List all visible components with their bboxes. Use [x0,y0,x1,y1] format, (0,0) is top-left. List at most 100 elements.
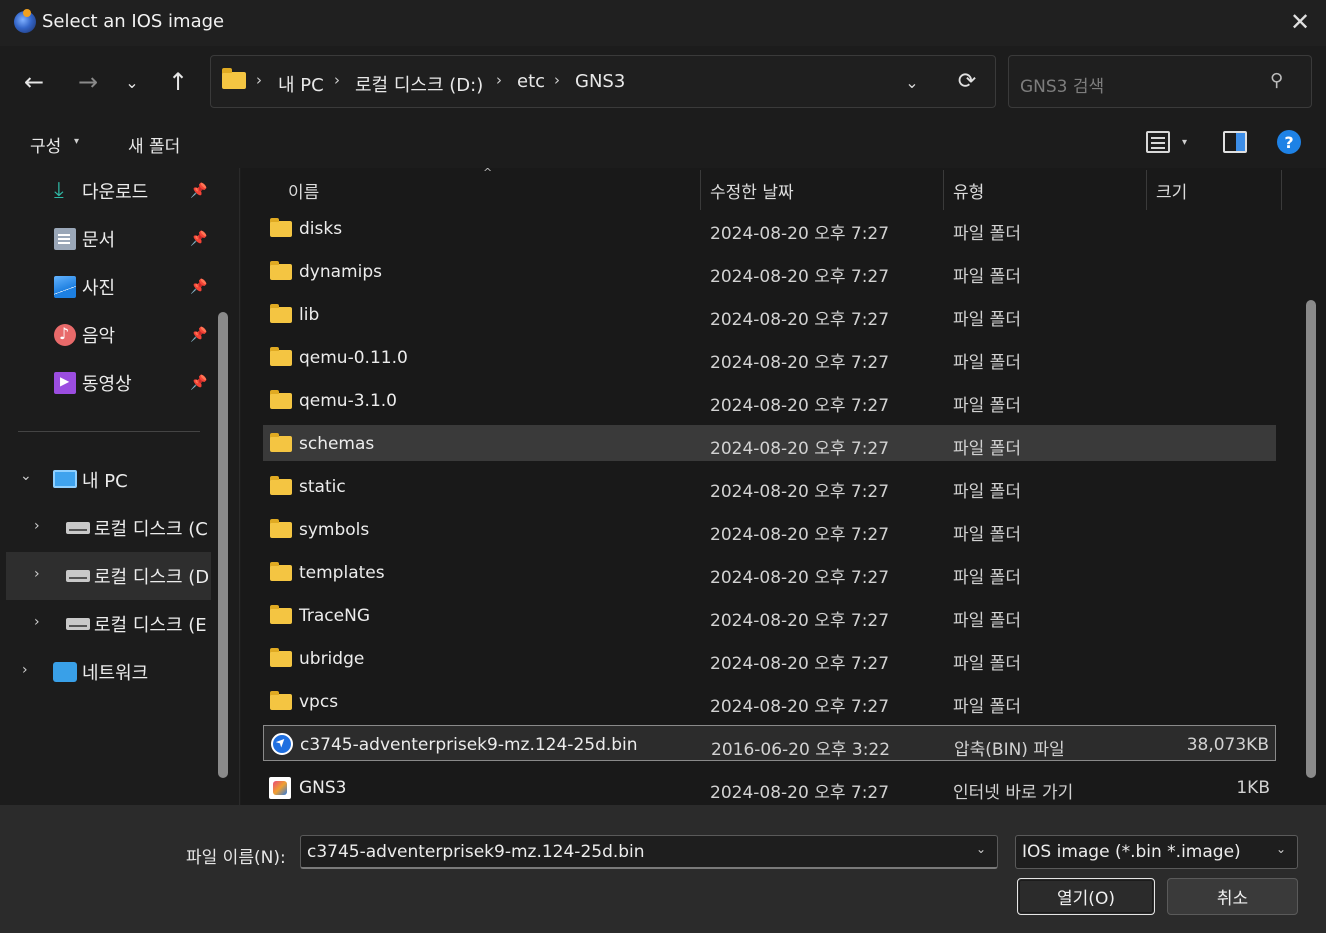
file-row[interactable]: dynamips 2024-08-20 오후 7:27 파일 폴더 [263,255,1276,291]
file-row[interactable]: vpcs 2024-08-20 오후 7:27 파일 폴더 [263,685,1276,721]
file-date: 2024-08-20 오후 7:27 [710,267,890,287]
search-placeholder: GNS3 검색 [1020,77,1105,97]
sidebar-item-drive-c[interactable]: › 로컬 디스크 (C [14,506,210,550]
chevron-right-icon[interactable]: › [256,71,262,89]
column-header-type[interactable]: 유형 [953,178,984,203]
pin-icon[interactable]: 📌 [190,183,207,199]
breadcrumb-drive-d[interactable]: 로컬 디스크 (D:) [355,71,483,97]
file-type: 파일 폴더 [953,697,1021,717]
pin-icon[interactable]: 📌 [190,327,207,343]
sidebar-item-documents[interactable]: 문서 📌 [52,217,212,261]
breadcrumb-this-pc[interactable]: 내 PC [278,71,324,97]
preview-pane-icon[interactable] [1223,131,1247,153]
column-divider[interactable] [943,170,944,210]
column-divider[interactable] [1281,170,1282,210]
pin-icon[interactable]: 📌 [190,231,207,247]
up-button[interactable]: ↑ [160,64,196,100]
folder-icon [222,68,246,89]
computer-icon [53,470,77,488]
chevron-right-icon[interactable]: › [334,71,340,89]
sidebar-item-network[interactable]: › 네트워크 [14,650,210,694]
chevron-down-icon[interactable]: ⌄ [1276,842,1286,856]
file-type: 파일 폴더 [953,396,1021,416]
sidebar-item-downloads[interactable]: ⤓ 다운로드 📌 [52,169,212,213]
sidebar-item-music[interactable]: 음악 📌 [52,313,212,357]
window-title: Select an IOS image [42,11,225,32]
sidebar-item-label: 다운로드 [82,182,149,203]
filetype-select[interactable]: IOS image (*.bin *.image) [1015,835,1298,869]
file-list-scrollbar[interactable] [1306,300,1316,778]
file-size: 1KB [1236,778,1270,798]
breadcrumb-gns3[interactable]: GNS3 [575,71,625,92]
bin-file-icon [271,733,293,755]
file-row[interactable]: qemu-3.1.0 2024-08-20 오후 7:27 파일 폴더 [263,384,1276,420]
file-date: 2024-08-20 오후 7:27 [710,611,890,631]
chevron-down-icon[interactable]: ▾ [1182,137,1187,148]
forward-button[interactable]: → [70,64,106,100]
help-icon[interactable]: ? [1277,130,1301,154]
internet-shortcut-icon [269,777,291,799]
chevron-right-icon[interactable]: › [34,614,40,630]
chevron-right-icon[interactable]: › [22,662,28,678]
back-button[interactable]: ← [16,64,52,100]
open-button[interactable]: 열기(O) [1017,878,1155,915]
column-header-name[interactable]: 이름 [288,178,319,203]
file-row[interactable]: static 2024-08-20 오후 7:27 파일 폴더 [263,470,1276,506]
file-type: 파일 폴더 [953,525,1021,545]
file-row[interactable]: GNS3 2024-08-20 오후 7:27 인터넷 바로 가기 1KB [263,771,1276,807]
chevron-down-icon[interactable]: ▾ [74,136,79,147]
file-row[interactable]: TraceNG 2024-08-20 오후 7:27 파일 폴더 [263,599,1276,635]
file-row[interactable]: templates 2024-08-20 오후 7:27 파일 폴더 [263,556,1276,592]
chevron-right-icon[interactable]: › [496,71,502,89]
pin-icon[interactable]: 📌 [190,279,207,295]
column-header-modified[interactable]: 수정한 날짜 [710,178,794,203]
cancel-button[interactable]: 취소 [1167,878,1298,915]
organize-button[interactable]: 구성 [30,132,61,157]
search-icon[interactable]: ⚲ [1270,70,1283,91]
file-row[interactable]: lib 2024-08-20 오후 7:27 파일 폴더 [263,298,1276,334]
file-row-selected[interactable]: c3745-adventerprisek9-mz.124-25d.bin 2016… [263,725,1276,761]
folder-icon [270,691,292,710]
document-icon [54,228,76,250]
sidebar-scrollbar[interactable] [218,312,228,778]
file-name: qemu-0.11.0 [299,348,408,368]
file-type: 파일 폴더 [953,353,1021,373]
sidebar-item-videos[interactable]: 동영상 📌 [52,361,212,405]
new-folder-button[interactable]: 새 폴더 [128,132,180,157]
column-divider[interactable] [1146,170,1147,210]
column-header-size[interactable]: 크기 [1156,178,1187,203]
close-button[interactable]: ✕ [1280,4,1320,40]
view-details-icon[interactable] [1146,131,1170,153]
file-row[interactable]: disks 2024-08-20 오후 7:27 파일 폴더 [263,212,1276,248]
recent-locations-button[interactable]: ⌄ [114,64,150,100]
folder-icon [270,261,292,280]
file-size: 38,073KB [1186,735,1269,755]
file-date: 2024-08-20 오후 7:27 [710,783,890,803]
refresh-button[interactable]: ⟳ [952,66,982,96]
file-type: 파일 폴더 [953,568,1021,588]
address-dropdown-icon[interactable]: ⌄ [898,68,926,96]
file-row-hovered[interactable]: schemas 2024-08-20 오후 7:27 파일 폴더 [263,425,1276,461]
file-type: 파일 폴더 [953,654,1021,674]
file-date: 2024-08-20 오후 7:27 [710,439,890,459]
chevron-down-icon[interactable]: ⌄ [20,468,32,484]
chevron-down-icon[interactable]: ⌄ [976,842,986,856]
chevron-right-icon[interactable]: › [34,518,40,534]
sidebar-item-drive-d[interactable]: › 로컬 디스크 (D [14,554,210,598]
folder-icon [270,519,292,538]
file-row[interactable]: symbols 2024-08-20 오후 7:27 파일 폴더 [263,513,1276,549]
file-type: 파일 폴더 [953,310,1021,330]
chevron-right-icon[interactable]: › [34,566,40,582]
sidebar-item-drive-e[interactable]: › 로컬 디스크 (E [14,602,210,646]
gns3-app-icon [14,9,36,33]
sidebar-item-pictures[interactable]: 사진 📌 [52,265,212,309]
file-row[interactable]: qemu-0.11.0 2024-08-20 오후 7:27 파일 폴더 [263,341,1276,377]
column-divider[interactable] [700,170,701,210]
file-row[interactable]: ubridge 2024-08-20 오후 7:27 파일 폴더 [263,642,1276,678]
breadcrumb-etc[interactable]: etc [517,71,545,92]
sidebar-item-this-pc[interactable]: ⌄ 내 PC [14,458,210,502]
command-bar [0,118,1326,168]
filename-input[interactable]: c3745-adventerprisek9-mz.124-25d.bin [300,835,998,869]
chevron-right-icon[interactable]: › [554,71,560,89]
pin-icon[interactable]: 📌 [190,375,207,391]
